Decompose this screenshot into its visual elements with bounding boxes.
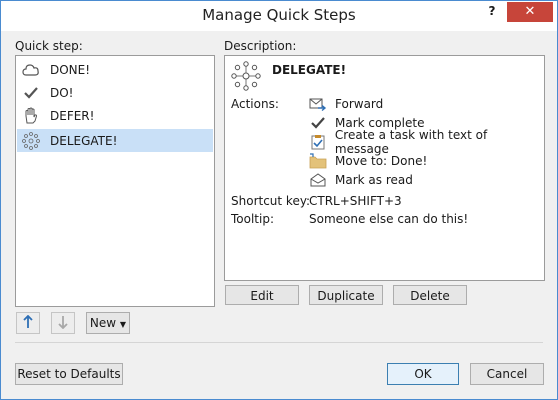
separator (15, 342, 543, 343)
tooltip-value: Someone else can do this! (309, 212, 469, 226)
delegate-large-icon (230, 60, 262, 95)
list-item-label: DONE! (50, 62, 91, 77)
arrow-down-icon (57, 315, 69, 332)
description-label: Description: (224, 39, 297, 53)
hand-icon (22, 107, 40, 125)
dialog-title: Manage Quick Steps (202, 6, 356, 24)
quick-step-label: Quick step: (15, 39, 83, 53)
delete-button[interactable]: Delete (393, 285, 467, 305)
edit-button[interactable]: Edit (225, 285, 299, 305)
move-down-button[interactable] (51, 312, 75, 334)
chevron-down-icon: ▼ (119, 320, 127, 329)
open-envelope-icon (309, 172, 327, 188)
list-item-label: DEFER! (50, 108, 95, 123)
action-label: Move to: Done! (335, 153, 428, 168)
delegate-icon (22, 131, 40, 150)
actions-label: Actions: (231, 97, 279, 111)
close-button[interactable]: ✕ (507, 2, 553, 22)
duplicate-button[interactable]: Duplicate (309, 285, 383, 305)
cloud-icon (22, 61, 40, 79)
list-item-label: DO! (50, 85, 74, 100)
tooltip-label: Tooltip: (231, 212, 275, 226)
shortcut-key-value: CTRL+SHIFT+3 (309, 194, 402, 208)
list-item-label: DELEGATE! (50, 133, 118, 148)
title-bar: Manage Quick Steps ? ✕ (1, 1, 557, 31)
list-item-do[interactable]: DO! (17, 81, 213, 104)
action-forward: Forward (309, 94, 383, 113)
list-item-delegate[interactable]: DELEGATE! (17, 129, 213, 152)
quick-step-name: DELEGATE! (272, 63, 347, 77)
new-button-label: New (89, 316, 117, 330)
new-dropdown-button[interactable]: New ▼ (86, 312, 130, 334)
quick-step-list[interactable]: DONE! DO! DEFER! DELEGATE! (15, 55, 215, 307)
checkmark-icon (309, 115, 327, 131)
checkmark-icon (22, 84, 40, 102)
ok-button[interactable]: OK (387, 363, 459, 385)
action-mark-as-read: Mark as read (309, 170, 413, 189)
arrow-up-icon (22, 314, 34, 332)
reset-to-defaults-button[interactable]: Reset to Defaults (15, 363, 123, 385)
action-create-task: Create a task with text of message (309, 128, 544, 156)
action-label: Forward (335, 96, 384, 111)
task-clipboard-icon (309, 134, 327, 150)
cancel-button[interactable]: Cancel (470, 363, 544, 385)
forward-mail-icon (309, 96, 327, 112)
action-label: Mark as read (335, 172, 413, 187)
folder-move-icon (309, 152, 327, 169)
move-up-button[interactable] (16, 312, 40, 334)
shortcut-key-label: Shortcut key: (231, 194, 311, 208)
list-item-done[interactable]: DONE! (17, 58, 213, 81)
action-move-to: Move to: Done! (309, 151, 427, 170)
description-panel: DELEGATE! Actions: Forward Mark complete… (224, 55, 545, 281)
list-item-defer[interactable]: DEFER! (17, 104, 213, 127)
manage-quick-steps-dialog: Manage Quick Steps ? ✕ Quick step: DONE!… (0, 0, 558, 400)
help-button[interactable]: ? (483, 4, 501, 22)
